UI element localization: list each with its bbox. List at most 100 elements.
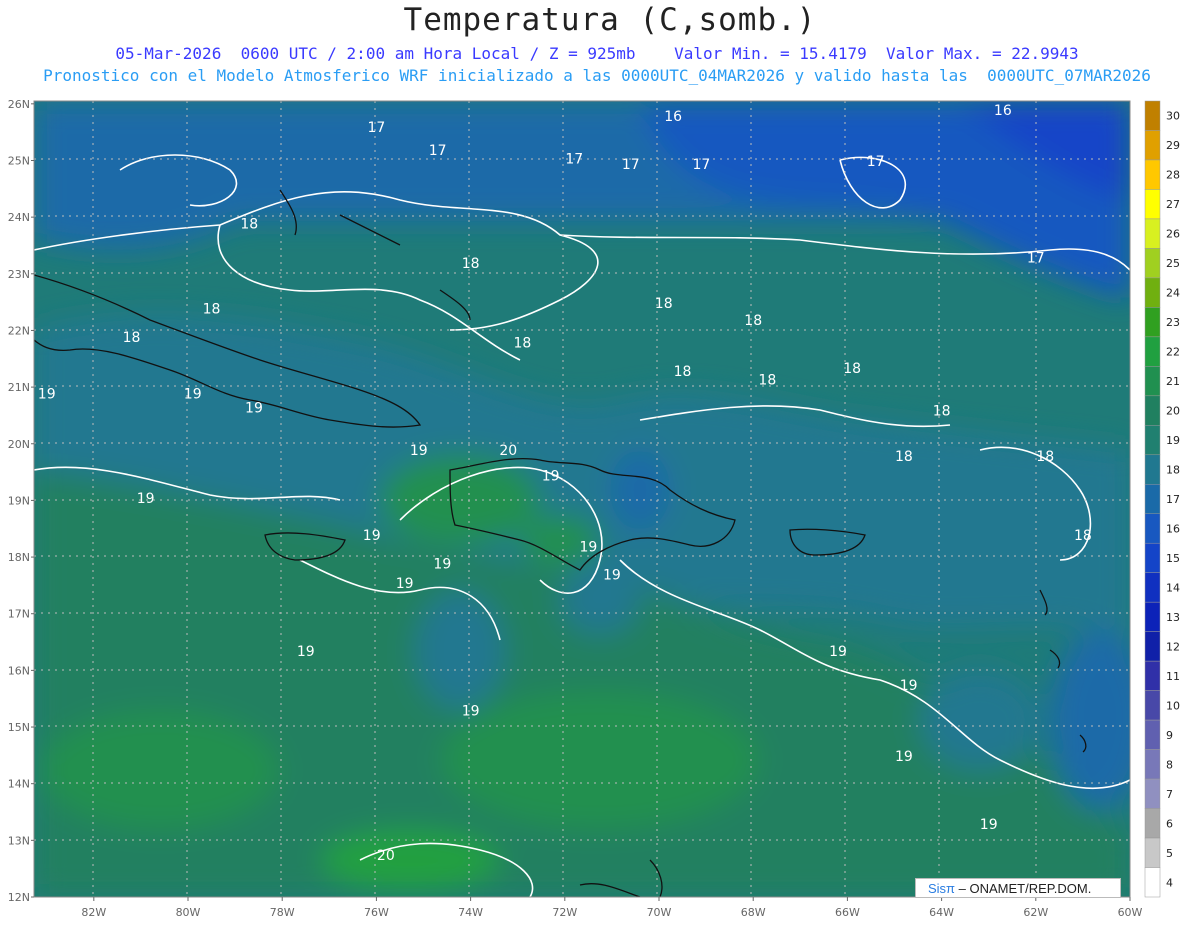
colorbar-label: 30 bbox=[1166, 110, 1180, 123]
credit-brand: Sisπ bbox=[928, 881, 956, 896]
colorbar-label: 21 bbox=[1166, 375, 1180, 388]
contour-label: 18 bbox=[240, 216, 258, 232]
latitude-labels: 26N 25N 24N 23N 22N 21N 20N 19N 18N 17N 16N 15N 14N 1… bbox=[8, 98, 34, 904]
temperature-map: 16 16 17 17 17 17 17 17 17 18 18 18 18 18 18 18 18 18 18 18… bbox=[8, 98, 1180, 919]
colorbar-swatch bbox=[1144, 690, 1161, 721]
colorbar-swatch bbox=[1144, 248, 1161, 279]
lon-label: 80W bbox=[176, 906, 201, 919]
contour-label: 18 bbox=[1036, 449, 1054, 465]
colorbar-label: 12 bbox=[1166, 640, 1180, 653]
contour-label: 17 bbox=[867, 154, 885, 170]
colorbar-label: 13 bbox=[1166, 611, 1180, 624]
colorbar-label: 29 bbox=[1166, 139, 1180, 152]
contour-label: 20 bbox=[499, 443, 517, 459]
lat-label: 19N bbox=[8, 494, 30, 507]
lat-label: 24N bbox=[8, 211, 30, 224]
colorbar-swatch bbox=[1144, 100, 1161, 131]
contour-label: 18 bbox=[758, 372, 776, 388]
contour-label: 16 bbox=[994, 103, 1012, 119]
contour-label: 19 bbox=[980, 817, 998, 833]
colorbar-swatch bbox=[1144, 189, 1161, 220]
colorbar-label: 24 bbox=[1166, 287, 1180, 300]
lat-label: 25N bbox=[8, 154, 30, 167]
longitude-labels: 82W 80W 78W 76W 74W 72W 70W 68W 66W 64W 62W 60W bbox=[81, 897, 1143, 919]
contour-label: 19 bbox=[297, 644, 315, 660]
lat-label: 17N bbox=[8, 608, 30, 621]
colorbar-label: 25 bbox=[1166, 257, 1180, 270]
colorbar-swatch bbox=[1144, 307, 1161, 338]
colorbar-swatch bbox=[1144, 601, 1161, 632]
contour-label: 19 bbox=[184, 386, 202, 402]
colorbar-swatch bbox=[1144, 749, 1161, 780]
colorbar-label: 15 bbox=[1166, 552, 1180, 565]
colorbar-swatch bbox=[1144, 542, 1161, 573]
colorbar-label: 5 bbox=[1166, 847, 1173, 860]
colorbar-label: 20 bbox=[1166, 405, 1180, 418]
lat-label: 23N bbox=[8, 268, 30, 281]
contour-label: 17 bbox=[367, 120, 385, 136]
credit-text: – ONAMET/REP.DOM. bbox=[958, 881, 1092, 896]
colorbar-swatch bbox=[1144, 837, 1161, 868]
contour-label: 18 bbox=[933, 403, 951, 419]
colorbar-label: 17 bbox=[1166, 493, 1180, 506]
contour-label: 19 bbox=[829, 644, 847, 660]
contour-label: 17 bbox=[1027, 250, 1045, 266]
lon-label: 78W bbox=[270, 906, 295, 919]
colorbar-swatch bbox=[1144, 484, 1161, 514]
colorbar-swatch bbox=[1144, 159, 1161, 190]
colorbar-swatch bbox=[1144, 719, 1161, 750]
lon-label: 68W bbox=[741, 906, 766, 919]
contour-label: 18 bbox=[514, 335, 532, 351]
lon-label: 62W bbox=[1023, 906, 1048, 919]
colorbar-swatch bbox=[1144, 425, 1161, 456]
colorbar-label: 4 bbox=[1166, 876, 1173, 889]
colorbar-swatch bbox=[1144, 130, 1161, 161]
colorbar-swatch bbox=[1144, 277, 1161, 308]
colorbar-swatch bbox=[1144, 366, 1161, 397]
contour-label: 19 bbox=[462, 704, 480, 720]
colorbar-swatch bbox=[1144, 336, 1161, 367]
colorbar-label: 26 bbox=[1166, 228, 1180, 241]
contour-label: 18 bbox=[674, 364, 692, 380]
contour-label: 18 bbox=[843, 361, 861, 377]
contour-label: 18 bbox=[744, 313, 762, 329]
lat-label: 26N bbox=[8, 98, 30, 111]
colorbar-label: 7 bbox=[1166, 788, 1173, 801]
contour-label: 18 bbox=[655, 296, 673, 312]
colorbar-label: 23 bbox=[1166, 316, 1180, 329]
colorbar-label: 6 bbox=[1166, 817, 1173, 830]
contour-label: 19 bbox=[245, 401, 263, 417]
lon-label: 64W bbox=[929, 906, 954, 919]
contour-label: 20 bbox=[377, 848, 395, 864]
contour-label: 19 bbox=[542, 469, 560, 485]
contour-label: 18 bbox=[1074, 528, 1092, 544]
lat-label: 12N bbox=[8, 891, 30, 904]
contour-label: 18 bbox=[462, 256, 480, 272]
colorbar-swatch bbox=[1144, 808, 1161, 839]
lat-label: 16N bbox=[8, 664, 30, 677]
colorbar-label: 8 bbox=[1166, 758, 1173, 771]
colorbar-label: 28 bbox=[1166, 169, 1180, 182]
lat-label: 15N bbox=[8, 721, 30, 734]
colorbar-label: 10 bbox=[1166, 699, 1180, 712]
shaded-field: 16 16 17 17 17 17 17 17 17 18 18 18 18 18 18 18 18 18 18 18… bbox=[34, 101, 1130, 897]
colorbar-label: 22 bbox=[1166, 346, 1180, 359]
colorbar-label: 14 bbox=[1166, 581, 1180, 594]
colorbar-swatch bbox=[1144, 631, 1161, 662]
lon-label: 74W bbox=[458, 906, 483, 919]
lon-label: 66W bbox=[835, 906, 860, 919]
colorbar-label: 18 bbox=[1166, 464, 1180, 477]
lat-label: 14N bbox=[8, 778, 30, 791]
colorbar-swatch bbox=[1144, 867, 1161, 898]
lat-label: 18N bbox=[8, 551, 30, 564]
contour-label: 19 bbox=[363, 528, 381, 544]
contour-label: 19 bbox=[137, 491, 155, 507]
colorbar-swatch bbox=[1144, 395, 1161, 426]
contour-label: 17 bbox=[692, 157, 710, 173]
colorbar-swatch bbox=[1144, 572, 1161, 603]
contour-label: 17 bbox=[622, 157, 640, 173]
colorbar-label: 19 bbox=[1166, 434, 1180, 447]
colorbar-swatch bbox=[1144, 660, 1161, 691]
colorbar: 30 29 28 27 26 25 24 23 22 21 20 19 18 17 16 15 14 13 12 11… bbox=[1144, 100, 1180, 898]
contour-label: 19 bbox=[38, 386, 56, 402]
